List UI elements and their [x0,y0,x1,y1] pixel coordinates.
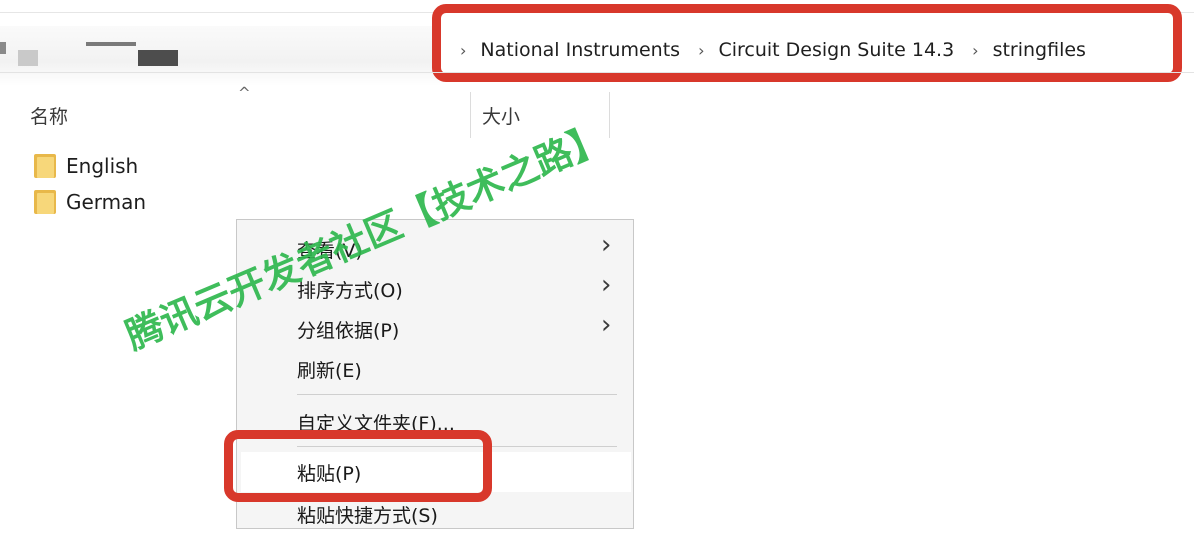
blurred-block [86,42,136,46]
folder-icon [34,154,56,178]
folder-icon [34,190,56,214]
list-item[interactable]: English [34,149,138,183]
chevron-right-icon: › [601,230,612,260]
file-name: German [66,190,147,214]
paste-highlight-box [224,430,492,502]
menu-item-refresh[interactable]: 刷新(E) [297,349,362,389]
column-divider[interactable] [470,92,471,138]
blurred-block [138,50,178,66]
address-bar-divider [0,72,1194,73]
column-header-size[interactable]: 大小 [482,92,520,138]
list-item[interactable]: German [34,185,146,219]
blurred-block [18,50,38,66]
address-highlight-box [432,4,1182,82]
chevron-right-icon: › [601,310,612,340]
menu-separator [297,394,617,395]
file-name: English [66,154,139,178]
sort-ascending-icon: ^ [238,84,251,102]
column-divider[interactable] [609,92,610,138]
menu-item-group-by[interactable]: 分组依据(P) [297,309,399,349]
blurred-address-prefix [0,26,440,86]
chevron-right-icon: › [601,270,612,300]
column-header-name[interactable]: 名称 [30,92,68,138]
blurred-block [0,42,6,54]
